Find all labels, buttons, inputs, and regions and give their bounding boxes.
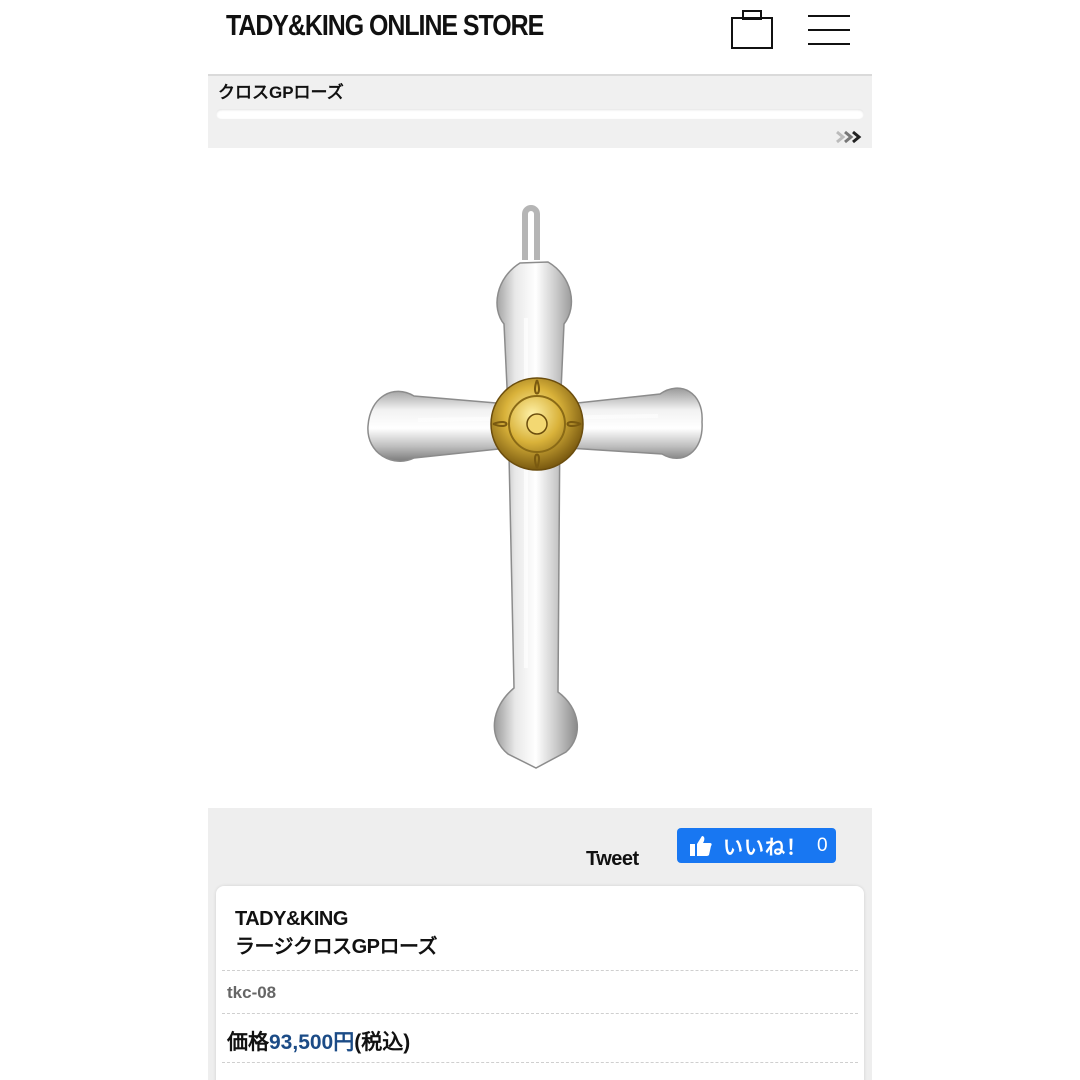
thumbs-up-icon <box>690 835 712 856</box>
tweet-button[interactable]: Tweet <box>586 848 639 871</box>
page: TADY&KING ONLINE STORE クロスGPローズ Tweet いい… <box>208 0 872 1080</box>
divider <box>222 1013 858 1014</box>
product-card: TADY&KING ラージクロスGPローズ tkc-08 価格93,500円(税… <box>216 886 864 1080</box>
cross-pendant-image <box>367 205 703 769</box>
category-bar: クロスGPローズ <box>208 74 872 148</box>
price-suffix: (税込) <box>354 1031 411 1054</box>
category-slider[interactable] <box>216 109 864 119</box>
like-count: 0 <box>817 834 828 856</box>
gold-rose-ornament <box>490 377 584 471</box>
divider <box>222 1062 858 1063</box>
divider <box>222 970 858 971</box>
product-sku: tkc-08 <box>227 983 277 1002</box>
price-value: 93,500円 <box>269 1031 355 1054</box>
category-title: クロスGPローズ <box>218 83 344 102</box>
product-image[interactable] <box>208 148 872 808</box>
category-next-button[interactable] <box>835 130 865 144</box>
product-name: ラージクロスGPローズ <box>235 936 438 958</box>
like-label: いいね！ <box>723 837 807 859</box>
facebook-like-button[interactable]: いいね！ 0 <box>677 828 836 863</box>
cart-icon <box>731 10 773 49</box>
site-header: TADY&KING ONLINE STORE <box>208 0 872 74</box>
hamburger-menu-icon <box>808 15 850 45</box>
store-logo[interactable]: TADY&KING ONLINE STORE <box>226 10 544 43</box>
cart-button[interactable] <box>728 8 776 52</box>
product-info-area: Tweet いいね！ 0 TADY&KING ラージクロスGPローズ tkc-0… <box>208 808 872 1080</box>
product-brand: TADY&KING <box>235 908 348 930</box>
double-chevron-right-icon <box>836 130 862 144</box>
price-row: 価格93,500円(税込) <box>227 1026 410 1056</box>
price-prefix: 価格 <box>227 1031 269 1054</box>
menu-button[interactable] <box>804 10 854 50</box>
